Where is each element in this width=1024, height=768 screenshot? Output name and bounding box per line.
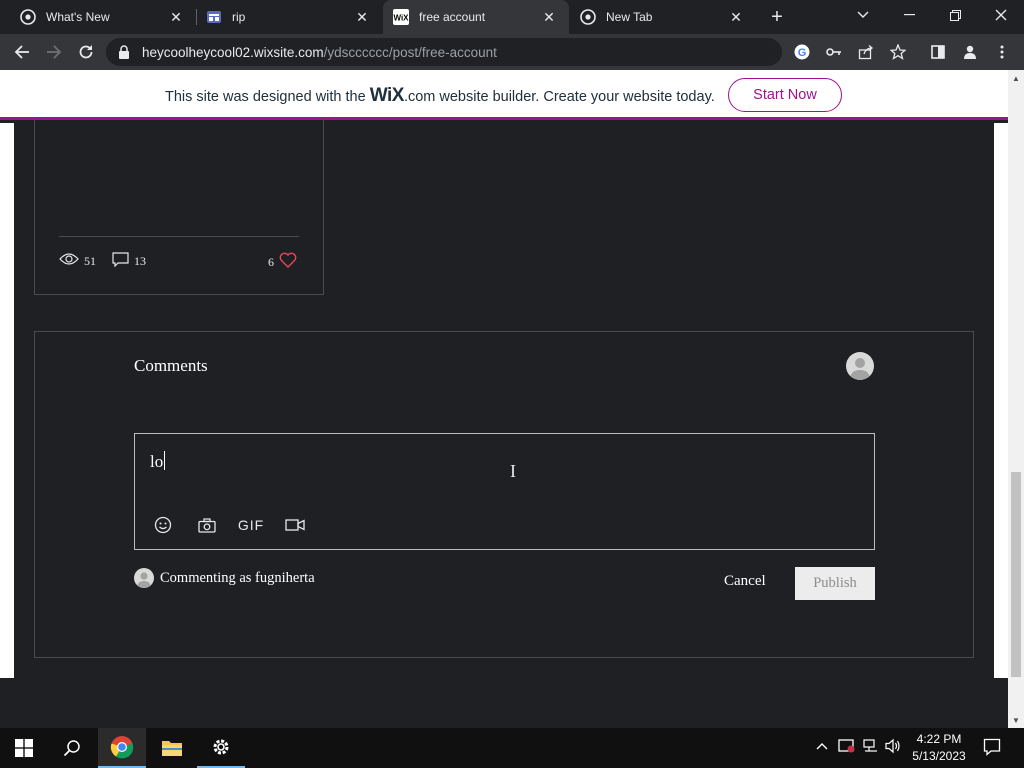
page-bottom-area [0,678,1008,728]
user-avatar[interactable] [846,352,874,380]
new-tab-plus-icon[interactable]: + [766,6,788,28]
wix-ad-banner: This site was designed with the WiX.com … [0,70,1008,120]
page-icon [206,9,222,25]
windows-start-icon[interactable] [0,728,48,768]
show-hidden-icons-chevron-icon[interactable] [816,738,828,753]
tab-title: New Tab [606,10,653,24]
settings-gear-icon[interactable] [197,728,245,768]
page-content: 51 13 6 Comments lo I GIF Commenting as … [0,119,1008,728]
lock-icon[interactable] [118,45,130,64]
comments-stat: 13 [112,252,146,271]
close-tab-icon[interactable]: ✕ [541,9,557,25]
video-icon[interactable] [284,514,306,536]
svg-text:WiX: WiX [393,14,409,23]
search-icon[interactable] [48,728,96,768]
tab-search-chevron-icon[interactable] [840,0,886,30]
heart-icon[interactable] [279,252,302,272]
restore-icon[interactable] [932,0,978,30]
tab-rip[interactable]: rip ✕ [186,0,382,34]
share-icon[interactable] [856,42,876,62]
wix-banner-text-before: This site was designed with the [165,89,366,105]
bookmark-star-icon[interactable] [888,42,908,62]
security-icon[interactable] [838,738,856,757]
tab-new-tab[interactable]: New Tab ✕ [570,0,756,34]
commenting-as-text: Commenting as fugniherta [160,569,315,586]
post-area: 51 13 6 Comments lo I GIF Commenting as … [14,119,994,678]
comments-title: Comments [134,356,208,375]
gif-button[interactable]: GIF [238,514,263,536]
browser-toolbar: heycoolheycool02.wixsite.com/ydscccccc/p… [0,34,1024,70]
cancel-button[interactable]: Cancel [724,573,766,590]
views-count: 51 [84,253,96,268]
eye-icon [59,252,84,270]
ibeam-cursor-icon: I [510,461,516,481]
likes-count: 6 [268,254,274,269]
wix-logo: WiX [369,85,405,106]
chrome-icon [20,9,36,25]
forward-arrow-icon[interactable] [42,40,66,64]
comment-draft-text: lo [150,452,164,471]
comment-bubble-icon [112,252,134,271]
likes-stat[interactable]: 6 [268,252,302,272]
tab-strip: What's New ✕ rip ✕ WiX free account ✕ Ne… [0,0,1024,34]
profile-icon[interactable] [960,42,980,62]
publish-button[interactable]: Publish [795,567,875,600]
tab-whats-new[interactable]: What's New ✕ [0,0,196,34]
scrollbar-thumb[interactable] [1011,472,1021,677]
comments-count: 13 [134,254,146,268]
scroll-down-arrow-icon[interactable]: ▼ [1008,712,1024,728]
post-card[interactable]: 51 13 6 [34,119,324,295]
close-tab-icon[interactable]: ✕ [168,9,184,25]
commenter-avatar [134,568,154,588]
views-stat: 51 [59,252,96,270]
google-icon[interactable]: G [792,42,812,62]
page-scrollbar[interactable]: ▲ ▼ [1008,70,1024,728]
emoji-icon[interactable] [152,514,174,536]
text-caret [164,451,166,470]
url-host: heycoolheycool02.wixsite.com [142,45,324,60]
scroll-up-arrow-icon[interactable]: ▲ [1008,70,1024,86]
close-tab-icon[interactable]: ✕ [354,9,370,25]
minimize-icon[interactable] [886,0,932,30]
tab-title: rip [232,10,246,24]
wix-banner-text-after: .com website builder. Create your websit… [403,89,715,105]
url-path: /ydscccccc/post/free-account [323,45,497,60]
camera-icon[interactable] [196,514,218,536]
wix-favicon-icon: WiX [393,9,409,25]
key-icon[interactable] [824,42,844,62]
address-bar[interactable]: heycoolheycool02.wixsite.com/ydscccccc/p… [106,38,782,66]
tab-title: What's New [46,10,110,24]
file-explorer-icon[interactable] [148,728,196,768]
wix-banner-text: This site was designed with the WiX.com … [165,85,715,107]
volume-icon[interactable] [885,738,901,757]
chrome-icon [580,9,596,25]
clock-time: 4:22 PM [916,732,962,746]
network-icon[interactable] [863,738,879,757]
card-divider [59,236,299,237]
chrome-taskbar-icon[interactable] [98,728,146,768]
svg-text:G: G [798,47,807,59]
start-now-button[interactable]: Start Now [728,78,842,112]
url-text[interactable]: heycoolheycool02.wixsite.com/ydscccccc/p… [142,45,497,60]
back-arrow-icon[interactable] [10,40,34,64]
side-panel-icon[interactable] [928,42,948,62]
windows-taskbar: 4:22 PM 5/13/2023 [0,728,1024,768]
system-clock[interactable]: 4:22 PM 5/13/2023 [905,731,973,765]
clock-date: 5/13/2023 [912,749,966,763]
close-window-icon[interactable] [978,0,1024,30]
comment-input[interactable]: lo [150,451,166,472]
close-tab-icon[interactable]: ✕ [728,9,744,25]
comments-section: Comments lo I GIF Commenting as fugniher… [34,331,974,658]
tab-free-account[interactable]: WiX free account ✕ [383,0,569,34]
comment-editor[interactable]: lo I GIF [134,433,875,550]
commenting-as: Commenting as fugniherta [134,568,315,588]
menu-kebab-icon[interactable] [992,42,1012,62]
notifications-icon[interactable] [983,738,1001,759]
reload-icon[interactable] [74,40,98,64]
tab-title: free account [419,10,486,24]
